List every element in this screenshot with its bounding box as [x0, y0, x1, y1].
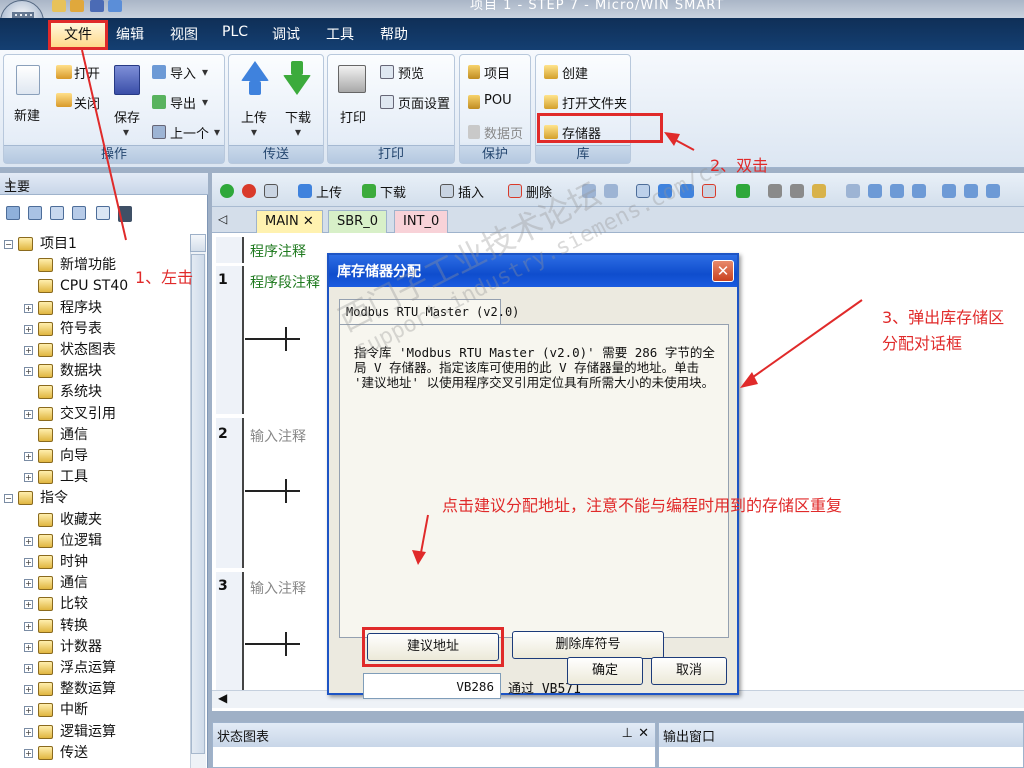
- arrow-step1-line: [81, 49, 127, 241]
- annotation-step1: 1、左击: [135, 268, 194, 287]
- arrow-hint-head: [412, 550, 426, 565]
- annotation-step2: 2、双击: [710, 156, 769, 175]
- annotation-arrows: [81, 49, 863, 565]
- annotation-step3-line2: 分配对话框: [882, 334, 963, 353]
- arrow-step3-line: [745, 299, 863, 383]
- annotation-step3-line1: 3、弹出库存储区: [882, 308, 1005, 327]
- annotation-hint: 点击建议分配地址，注意不能与编程时用到的存储区重复: [442, 496, 843, 515]
- arrow-step2-head: [664, 132, 680, 146]
